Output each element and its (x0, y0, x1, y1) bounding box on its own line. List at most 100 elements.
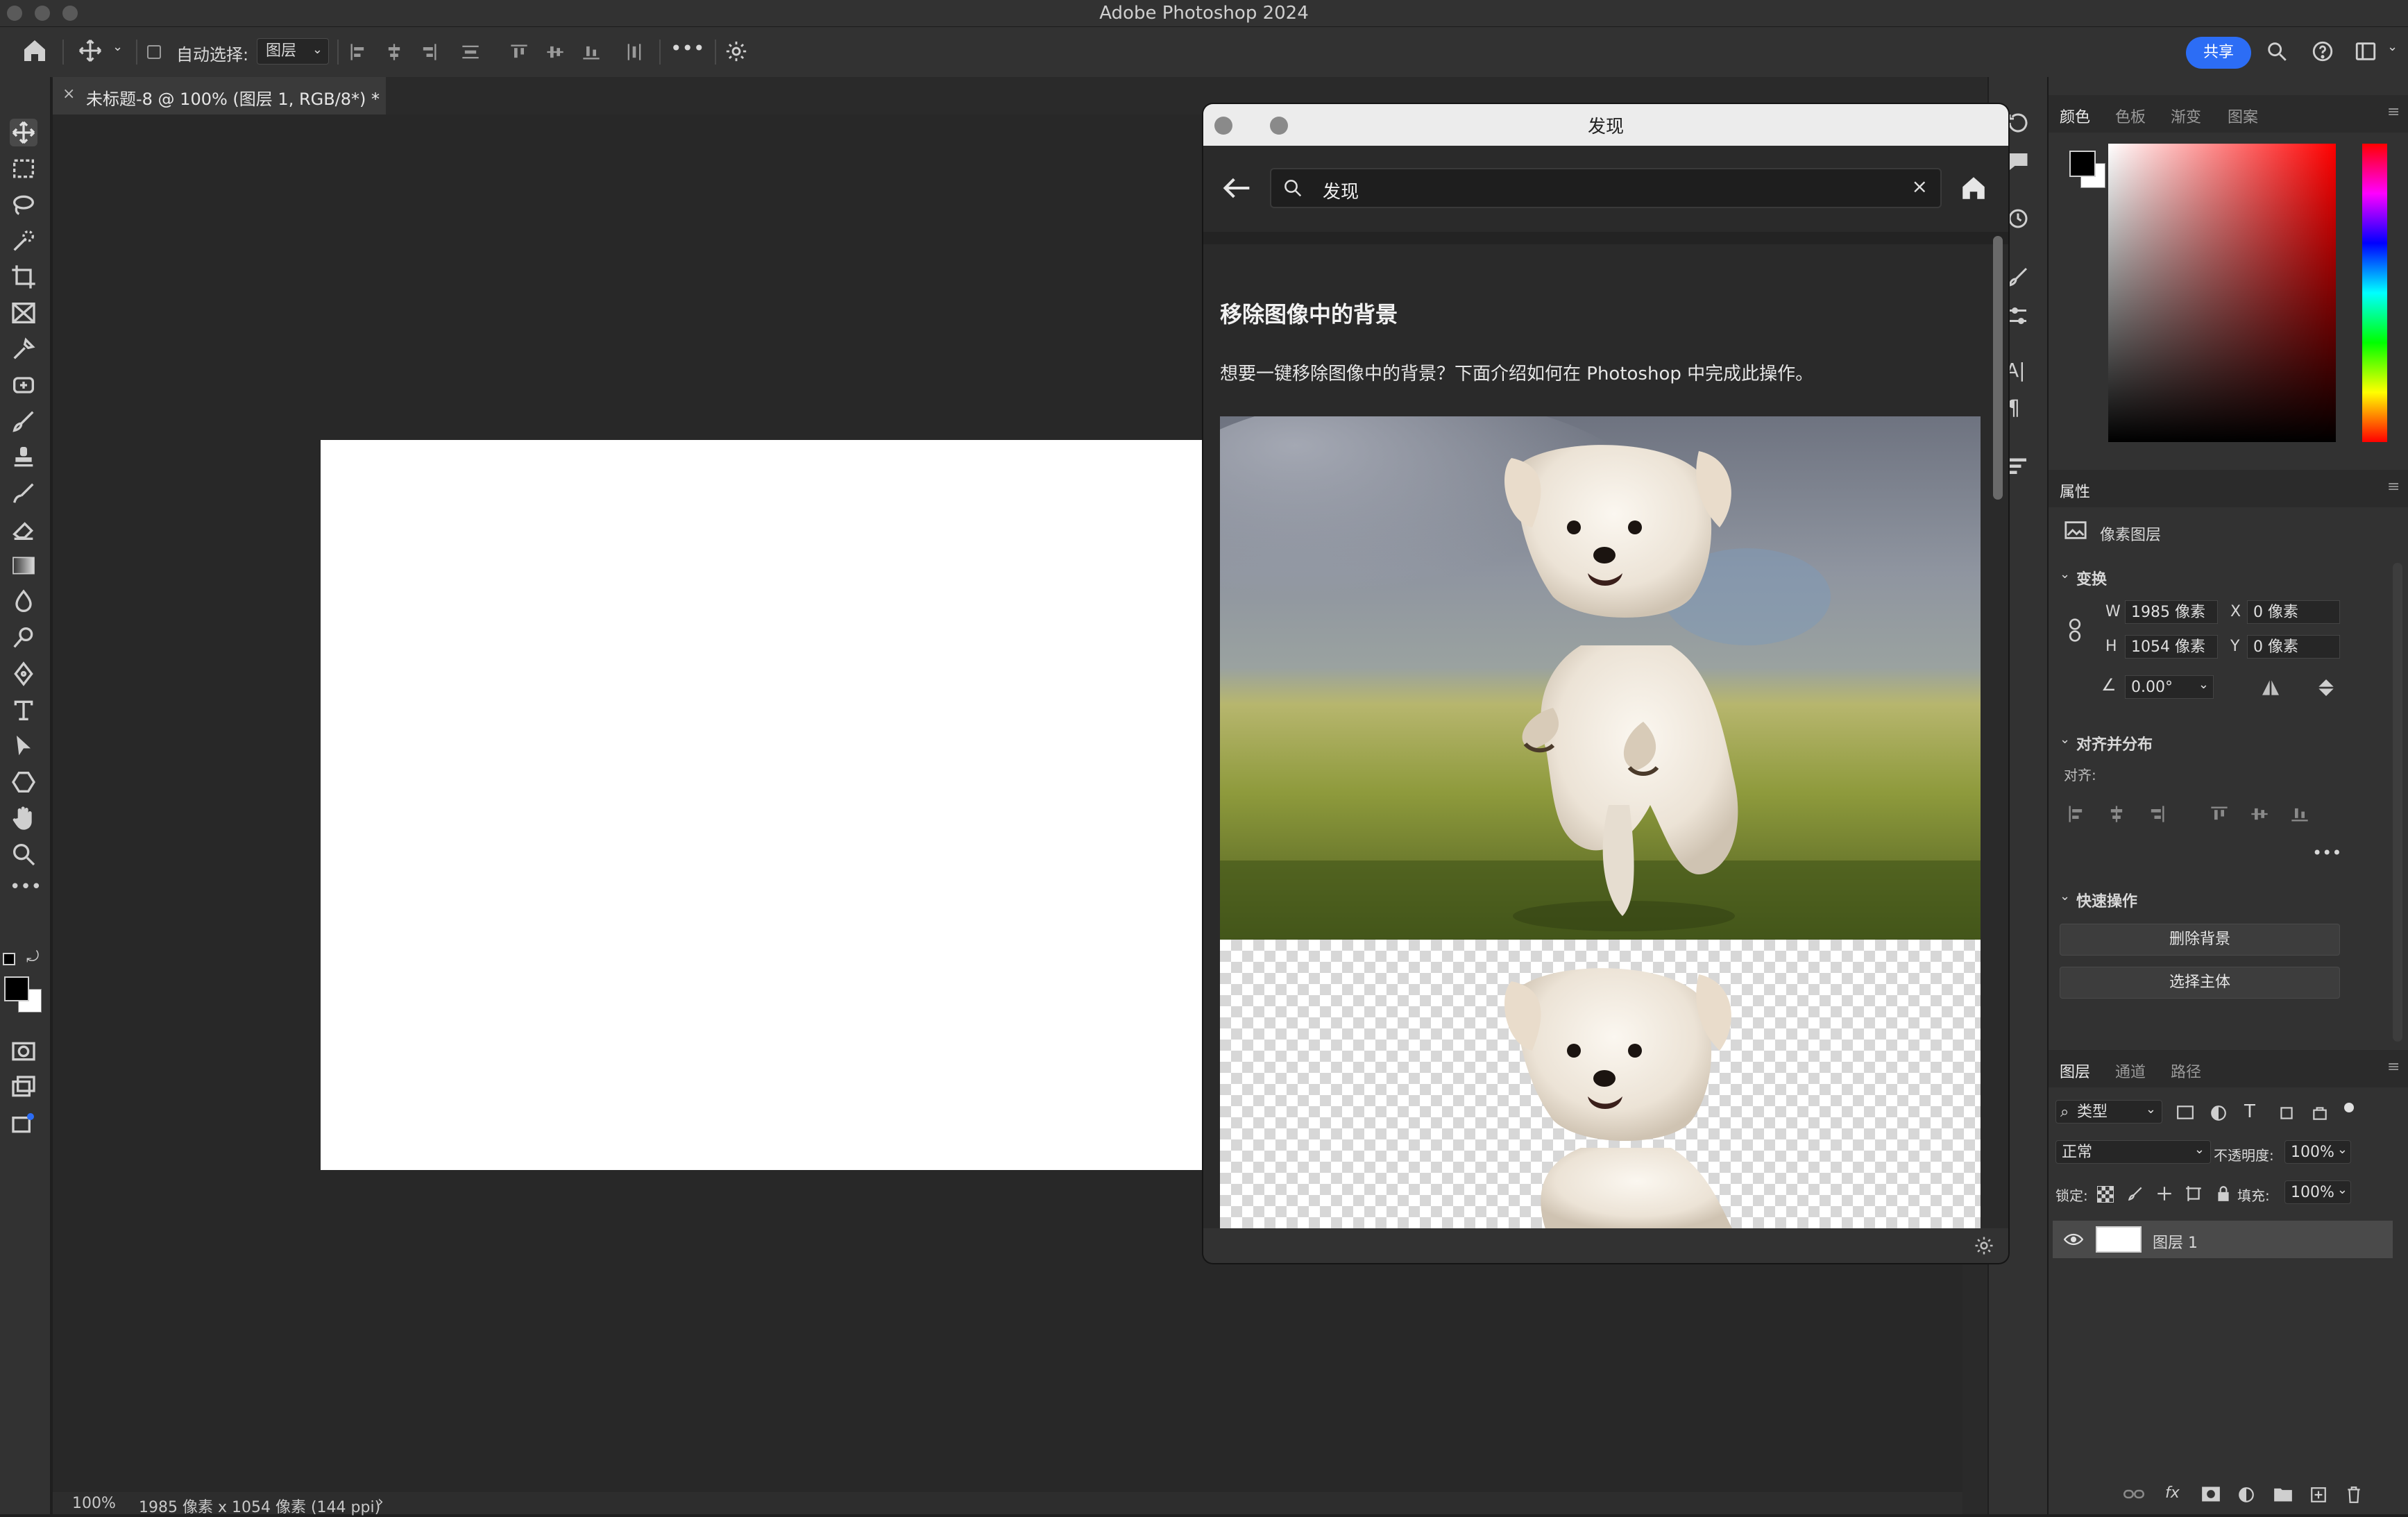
back-arrow-icon[interactable] (1221, 175, 1252, 204)
properties-toggle-icon[interactable] (2006, 453, 2030, 481)
search-icon[interactable] (2265, 40, 2289, 66)
screen-mode-icon[interactable] (10, 1074, 37, 1101)
filter-type-icon[interactable]: T (2244, 1101, 2255, 1122)
history-icon[interactable] (2006, 110, 2030, 138)
chevron-down-icon[interactable]: ⌄ (2060, 567, 2070, 582)
filter-smart-object-icon[interactable] (2311, 1104, 2329, 1125)
eraser-tool-icon[interactable] (10, 516, 37, 543)
chevron-down-icon[interactable]: ⌄ (112, 40, 123, 54)
filter-toggle-icon[interactable] (2344, 1103, 2354, 1112)
adjustments-icon[interactable] (2006, 303, 2030, 331)
paragraph-icon[interactable]: ¶ (2007, 396, 2020, 421)
select-subject-button[interactable]: 选择主体 (2060, 967, 2340, 999)
align-distribute-section-label[interactable]: 对齐并分布 (2076, 732, 2153, 754)
hand-tool-icon[interactable] (10, 804, 37, 832)
panel-menu-icon[interactable]: ≡ (2387, 478, 2400, 495)
layer-name[interactable]: 图层 1 (2153, 1230, 2198, 1253)
default-colors-icon[interactable] (3, 953, 15, 965)
eye-icon[interactable] (2063, 1232, 2084, 1250)
brush-tool-icon[interactable] (10, 407, 37, 435)
document-canvas[interactable] (321, 440, 1209, 1170)
remove-background-button[interactable]: 删除背景 (2060, 924, 2340, 956)
filter-pixel-icon[interactable] (2176, 1104, 2194, 1124)
align-middle-icon[interactable] (545, 42, 565, 65)
angle-field[interactable]: 0.00° ⌄ (2125, 675, 2214, 699)
clock-icon[interactable] (2006, 206, 2030, 234)
pen-tool-icon[interactable] (10, 660, 37, 688)
chevron-down-icon[interactable]: ⌄ (2387, 40, 2398, 54)
align-top-edges-icon[interactable] (2210, 804, 2229, 827)
discover-search-input[interactable]: 发现 × (1270, 168, 1942, 208)
properties-scrollbar[interactable] (2393, 563, 2402, 1042)
layer-filter-dropdown[interactable]: ⌕ 类型 ⌄ (2055, 1100, 2162, 1124)
panel-menu-icon[interactable]: ≡ (2387, 1058, 2400, 1076)
opacity-field[interactable]: 100% ⌄ (2284, 1140, 2351, 1164)
help-icon[interactable] (2311, 40, 2334, 66)
distribute-vertical-icon[interactable] (625, 42, 644, 65)
align-top-icon[interactable] (509, 42, 529, 65)
add-mask-icon[interactable] (2201, 1486, 2221, 1505)
x-field[interactable]: 0 像素 (2247, 600, 2340, 624)
move-tool-icon[interactable] (78, 38, 103, 66)
layer-row[interactable]: 图层 1 (2053, 1221, 2393, 1258)
more-tools-button[interactable]: ••• (10, 876, 42, 904)
fx-icon[interactable]: fx (2165, 1484, 2180, 1502)
generative-icon[interactable] (10, 1110, 37, 1137)
adjustment-layer-icon[interactable] (2237, 1486, 2255, 1507)
lock-transparent-icon[interactable] (2097, 1186, 2114, 1203)
lock-all-icon[interactable] (2215, 1185, 2232, 1205)
tab-patterns[interactable]: 图案 (2228, 105, 2258, 127)
gradient-tool-icon[interactable] (10, 552, 37, 579)
discover-scrollbar[interactable] (1993, 236, 2003, 500)
quick-actions-section-label[interactable]: 快速操作 (2076, 889, 2137, 911)
width-field[interactable]: 1985 像素 (2125, 600, 2218, 624)
lasso-tool-icon[interactable] (10, 191, 37, 219)
zoom-level[interactable]: 100% (72, 1495, 116, 1512)
flip-horizontal-icon[interactable] (2259, 678, 2282, 700)
fill-field[interactable]: 100% ⌄ (2284, 1180, 2351, 1204)
tab-layers[interactable]: 图层 (2060, 1060, 2090, 1082)
foreground-color-swatch[interactable] (4, 976, 29, 1001)
tab-paths[interactable]: 路径 (2171, 1060, 2201, 1082)
stamp-tool-icon[interactable] (10, 443, 37, 471)
folder-icon[interactable] (2273, 1486, 2293, 1505)
hue-slider[interactable] (2362, 144, 2387, 442)
history-brush-tool-icon[interactable] (10, 480, 37, 507)
align-right-icon[interactable] (419, 42, 439, 65)
comment-icon[interactable] (2006, 149, 2030, 177)
auto-select-dropdown[interactable]: 图层 ⌄ (257, 38, 329, 65)
zoom-tool-icon[interactable] (10, 840, 37, 868)
character-icon[interactable]: A| (2006, 359, 2026, 382)
type-tool-icon[interactable] (10, 696, 37, 724)
healing-tool-icon[interactable] (10, 371, 37, 399)
swap-colors-icon[interactable]: ⤾ (26, 949, 39, 966)
path-select-tool-icon[interactable] (10, 732, 37, 760)
more-align-options-button[interactable]: ••• (2312, 843, 2341, 863)
align-bottom-edges-icon[interactable] (2290, 804, 2309, 827)
workspace-icon[interactable] (2354, 40, 2377, 66)
status-arrow-icon[interactable]: › (378, 1493, 384, 1511)
document-tab[interactable]: × 未标题-8 @ 100% (图层 1, RGB/8*) * (53, 77, 386, 116)
tab-swatches[interactable]: 色板 (2115, 105, 2146, 127)
share-button[interactable]: 共享 (2186, 37, 2251, 69)
lock-paint-icon[interactable] (2126, 1185, 2144, 1205)
link-layers-icon[interactable] (2123, 1486, 2144, 1505)
height-field[interactable]: 1054 像素 (2125, 635, 2218, 659)
align-bottom-icon[interactable] (582, 42, 601, 65)
home-icon[interactable] (21, 37, 49, 67)
new-layer-icon[interactable] (2309, 1486, 2328, 1507)
tab-channels[interactable]: 通道 (2115, 1060, 2146, 1082)
align-left-edges-icon[interactable] (2067, 804, 2086, 827)
chevron-down-icon[interactable]: ⌄ (2060, 732, 2070, 747)
frame-tool-icon[interactable] (10, 299, 37, 327)
move-tool-icon[interactable] (10, 119, 37, 146)
align-vertical-centers-icon[interactable] (2250, 804, 2269, 827)
color-picker-field[interactable] (2108, 144, 2336, 442)
blur-tool-icon[interactable] (10, 588, 37, 616)
filter-adjustment-icon[interactable] (2210, 1104, 2228, 1125)
gear-icon[interactable] (1974, 1235, 1994, 1259)
chevron-down-icon[interactable]: ⌄ (2060, 889, 2070, 904)
brush-settings-icon[interactable] (2006, 264, 2030, 292)
quick-select-tool-icon[interactable] (10, 227, 37, 255)
shape-tool-icon[interactable] (10, 768, 37, 796)
